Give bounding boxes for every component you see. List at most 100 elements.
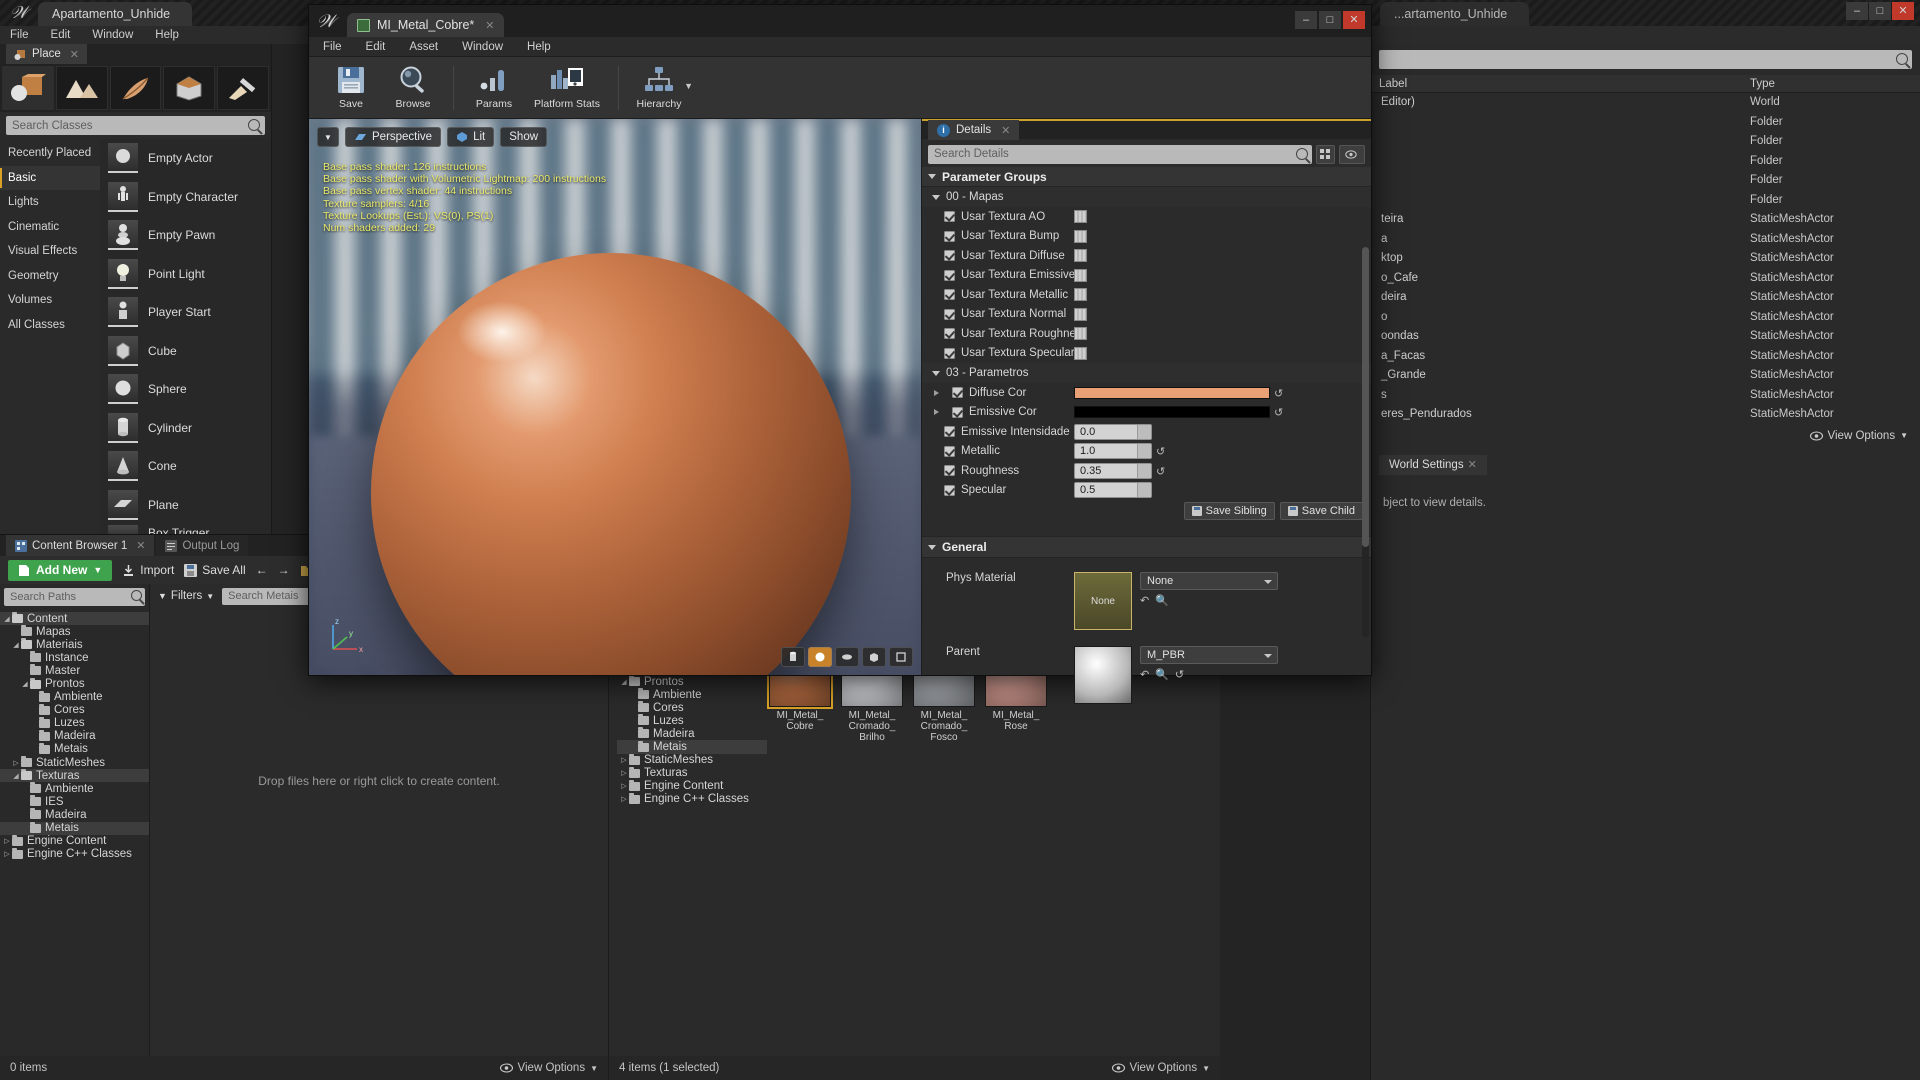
material-editor-tab-close[interactable]: ✕	[485, 19, 494, 32]
param-row-usar-textura-emissive[interactable]: Usar Textura Emissive	[922, 266, 1371, 286]
table-row[interactable]: Editor) World	[1371, 93, 1920, 113]
main-project-tab[interactable]: Apartamento_Unhide	[38, 2, 193, 26]
place-category-cinematic[interactable]: Cinematic	[0, 215, 100, 240]
list-item[interactable]: Empty Actor	[100, 139, 271, 178]
tree-item-ambiente[interactable]: Ambiente	[0, 782, 149, 795]
chevron-down-icon[interactable]: ◢	[11, 641, 21, 649]
parameter-group-00-mapas[interactable]: 00 - Mapas	[922, 187, 1371, 207]
table-row[interactable]: a StaticMeshActor	[1371, 230, 1920, 250]
table-row[interactable]: ktop StaticMeshActor	[1371, 249, 1920, 269]
forward-button[interactable]: →	[278, 563, 290, 577]
texture-swatch[interactable]	[1074, 327, 1087, 341]
view-options-button[interactable]: View Options ▼	[1111, 1062, 1210, 1074]
list-item[interactable]: Empty Character	[100, 178, 271, 217]
preview-plane-button[interactable]	[835, 647, 859, 667]
param-checkbox-usar-textura-roughness[interactable]	[944, 328, 955, 340]
number-input[interactable]: 1.0	[1074, 443, 1152, 460]
tree-item-ambiente[interactable]: Ambiente	[617, 688, 767, 701]
tab-world-settings[interactable]: World Settings ✕	[1379, 454, 1487, 475]
details-filter-button[interactable]	[1316, 144, 1335, 164]
tree-item-madeira[interactable]: Madeira	[0, 729, 149, 743]
params-button[interactable]: Params	[464, 59, 524, 117]
param-checkbox-usar-textura-specular[interactable]	[944, 347, 955, 359]
tree-item-metais[interactable]: Metais	[0, 821, 149, 835]
reset-to-default-icon[interactable]: ↺	[1274, 406, 1286, 419]
details-scrollbar-thumb[interactable]	[1362, 247, 1369, 547]
tree-item-prontos[interactable]: ◢ Prontos	[0, 677, 149, 690]
place-category-lights[interactable]: Lights	[0, 190, 100, 215]
reset-to-default-icon[interactable]: ↺	[1156, 465, 1168, 478]
column-label[interactable]: Label	[1371, 75, 1740, 92]
browse-to-asset-icon[interactable]: 🔍	[1155, 668, 1169, 681]
tab-close[interactable]: ✕	[136, 539, 145, 552]
table-row[interactable]: eres_Pendurados StaticMeshActor	[1371, 405, 1920, 425]
tree-item-ies[interactable]: IES	[0, 795, 149, 808]
tree-item-engine-c-classes[interactable]: ▷ Engine C++ Classes	[0, 847, 149, 861]
tree-item-madeira[interactable]: Madeira	[617, 727, 767, 740]
table-row[interactable]: a_Facas StaticMeshActor	[1371, 347, 1920, 367]
save-button[interactable]: Save	[321, 59, 381, 117]
browse-button[interactable]: Browse	[383, 59, 443, 117]
chevron-right-icon[interactable]: ▷	[619, 782, 629, 790]
table-row[interactable]: s StaticMeshActor	[1371, 386, 1920, 406]
geometry-editing-mode-button[interactable]	[163, 66, 216, 110]
place-category-geometry[interactable]: Geometry	[0, 264, 100, 289]
chevron-right-icon[interactable]: ▷	[619, 769, 629, 777]
param-checkbox-emissive-cor[interactable]	[952, 406, 963, 418]
parent-material-dropdown[interactable]: M_PBR	[1140, 646, 1278, 664]
add-new-button[interactable]: Add New ▼	[8, 559, 113, 581]
landscape-mode-button[interactable]	[55, 66, 108, 110]
material-preview-viewport[interactable]: ▼ Perspective Lit Show Base pass shader:…	[309, 119, 921, 675]
tree-item-instance[interactable]: Instance	[0, 651, 149, 664]
table-row[interactable]: Folder	[1371, 152, 1920, 172]
param-checkbox-specular[interactable]	[944, 484, 955, 496]
chevron-right-icon[interactable]: ▷	[2, 850, 12, 858]
chevron-down-icon[interactable]: ◢	[619, 678, 629, 686]
perspective-button[interactable]: Perspective	[345, 127, 442, 147]
param-checkbox-usar-textura-bump[interactable]	[944, 230, 955, 242]
tab-place[interactable]: Place ✕	[6, 44, 87, 64]
menu-window[interactable]: Window	[92, 29, 133, 41]
viewport-options-button[interactable]: ▼	[317, 127, 339, 147]
menu-edit[interactable]: Edit	[51, 29, 71, 41]
material-editor-tab[interactable]: MI_Metal_Cobre* ✕	[347, 13, 505, 37]
tree-item-mapas[interactable]: Mapas	[0, 625, 149, 638]
tree-item-ambiente[interactable]: Ambiente	[0, 690, 149, 704]
chevron-down-icon[interactable]: ◢	[20, 680, 30, 688]
place-category-recently-placed[interactable]: Recently Placed	[0, 141, 100, 166]
details-tab-close[interactable]: ✕	[1001, 124, 1010, 137]
menu-file[interactable]: File	[323, 41, 342, 53]
color-swatch[interactable]	[1074, 406, 1270, 419]
place-category-visual-effects[interactable]: Visual Effects	[0, 239, 100, 264]
menu-edit[interactable]: Edit	[366, 41, 386, 53]
list-item[interactable]: Player Start	[100, 293, 271, 332]
column-type[interactable]: Type	[1740, 75, 1920, 92]
maximize-button[interactable]: □	[1319, 11, 1341, 29]
tree-item-content[interactable]: ◢ Content	[0, 612, 149, 626]
filters-button[interactable]: ▼ Filters ▼	[158, 590, 214, 602]
tree-item-master[interactable]: Master	[0, 664, 149, 677]
tree-item-cores[interactable]: Cores	[0, 703, 149, 717]
menu-help[interactable]: Help	[527, 41, 551, 53]
param-checkbox-emissive-intensidade[interactable]	[944, 426, 955, 438]
use-selected-asset-icon[interactable]: ↶	[1140, 594, 1149, 607]
preview-custom-mesh-button[interactable]	[889, 647, 913, 667]
chevron-down-icon[interactable]: ◢	[2, 615, 12, 623]
param-row-usar-textura-roughness[interactable]: Usar Textura Roughness	[922, 324, 1371, 344]
texture-swatch[interactable]	[1074, 210, 1087, 224]
param-row-roughness[interactable]: Roughness 0.35 ↺	[922, 461, 1371, 481]
number-input[interactable]: 0.35	[1074, 462, 1152, 479]
table-row[interactable]: teira StaticMeshActor	[1371, 210, 1920, 230]
save-child-button[interactable]: Save Child	[1279, 502, 1363, 520]
search-paths-input[interactable]: Search Paths	[4, 588, 145, 606]
chevron-right-icon[interactable]: ▷	[11, 759, 21, 767]
param-checkbox-usar-textura-normal[interactable]	[944, 308, 955, 320]
chevron-right-icon[interactable]: ▷	[619, 795, 629, 803]
param-checkbox-roughness[interactable]	[944, 465, 955, 477]
view-options-button[interactable]: View Options ▼	[499, 1062, 598, 1074]
back-button[interactable]: ←	[256, 563, 268, 577]
close-button[interactable]: ✕	[1892, 2, 1914, 20]
number-input[interactable]: 0.5	[1074, 482, 1152, 499]
menu-window[interactable]: Window	[462, 41, 503, 53]
table-row[interactable]: Folder	[1371, 191, 1920, 211]
